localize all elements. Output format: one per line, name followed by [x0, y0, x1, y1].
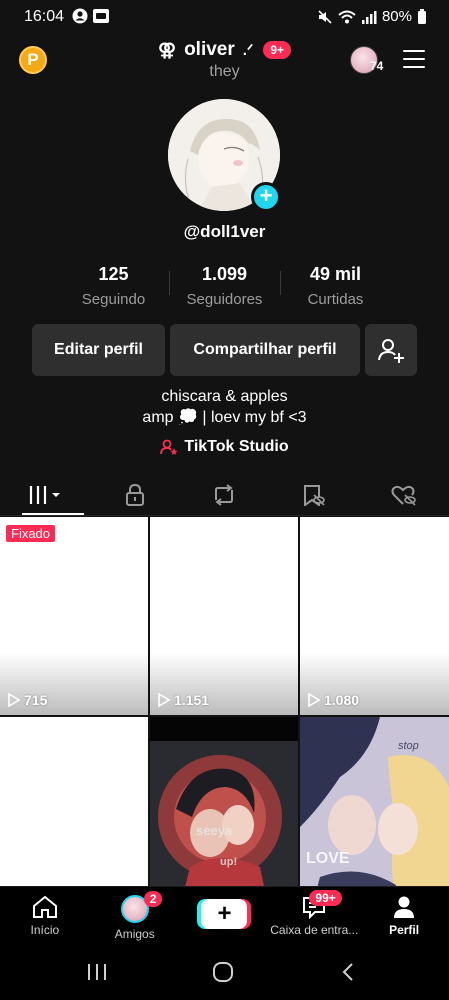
add-user-icon [378, 339, 404, 363]
notification-badge: 9+ [263, 41, 291, 59]
inbox-badge: 99+ [309, 890, 342, 906]
grid-videos-icon [29, 485, 60, 504]
hamburger-menu-icon[interactable] [403, 50, 425, 74]
stat-following[interactable]: 125 Seguindo [58, 264, 169, 310]
view-count: 1.151 [158, 692, 209, 708]
stat-following-value: 125 [98, 264, 129, 284]
view-count-value: 715 [24, 692, 48, 708]
pinned-badge: Fixado [6, 525, 56, 542]
nav-home-label: Início [30, 923, 60, 937]
home-system-icon[interactable] [212, 962, 234, 982]
gender-symbol: ⚢ [157, 39, 177, 60]
profile-views-count: 74 [370, 59, 384, 73]
profile-stats: 125 Seguindo 1.099 Seguidores 49 mil Cur… [58, 264, 391, 310]
share-profile-button[interactable]: Compartilhar perfil [170, 324, 360, 376]
stat-likes-label: Curtidas [307, 291, 364, 308]
username-handle: @doll1ver [183, 222, 266, 241]
stat-followers-value: 1.099 [201, 264, 248, 284]
bio-line-2: amp 💭 | loev my bf <3 [142, 409, 307, 426]
thumbnail-artwork: seeya up! [150, 717, 298, 886]
bio: chiscara & apples amp 💭 | loev my bf <3 [0, 386, 449, 428]
video-thumbnail[interactable]: 1.080 [300, 517, 449, 715]
svg-text:stop: stop [398, 740, 419, 752]
repost-icon [215, 483, 234, 506]
display-name: oliver [184, 39, 235, 60]
bio-line-1: chiscara & apples [161, 388, 288, 405]
stat-following-label: Seguindo [81, 291, 146, 308]
app-notification-icon [93, 9, 109, 23]
stat-followers-label: Seguidores [186, 291, 263, 308]
nav-profile-label: Perfil [389, 923, 420, 937]
nav-friends-label: Amigos [114, 927, 155, 941]
bookmark-hidden-icon [304, 484, 326, 506]
display-name-suffix: .ᐟ [242, 42, 254, 59]
tab-private[interactable] [90, 474, 180, 515]
battery-icon [418, 8, 426, 24]
stat-likes-value: 49 mil [309, 264, 362, 284]
status-notification-icons [72, 8, 110, 24]
view-count-value: 1.080 [324, 692, 360, 708]
create-plus-icon: + [201, 899, 248, 929]
video-grid: Fixado 715 1.151 1.080 seeya up! LOVE st… [0, 517, 449, 886]
tiktok-studio-label: TikTok Studio [184, 438, 289, 455]
add-friends-button[interactable] [365, 324, 417, 376]
nav-friends[interactable]: 2 Amigos [90, 887, 180, 944]
status-time: 16:04 [24, 8, 65, 25]
profile-icon [394, 896, 415, 918]
video-thumbnail[interactable]: LOVE stop [300, 717, 449, 886]
recent-apps-icon[interactable] [86, 962, 108, 982]
nav-profile[interactable]: Perfil [359, 887, 449, 944]
nav-inbox-label: Caixa de entra... [270, 923, 359, 937]
edit-profile-button[interactable]: Editar perfil [32, 324, 165, 376]
play-icon [158, 693, 170, 707]
view-count: 1.080 [308, 692, 359, 708]
home-icon [32, 895, 57, 918]
account-icon [72, 8, 88, 24]
profile-tabs [0, 474, 449, 516]
stat-likes[interactable]: 49 mil Curtidas [280, 264, 391, 310]
status-system-icons: 80% [317, 8, 427, 25]
svg-text:LOVE: LOVE [306, 850, 350, 867]
friends-badge: 2 [143, 891, 163, 907]
video-thumbnail[interactable] [0, 717, 148, 886]
back-icon[interactable] [340, 962, 356, 982]
studio-icon [160, 439, 178, 455]
video-thumbnail[interactable]: 1.151 [150, 517, 298, 715]
tab-liked[interactable] [359, 474, 449, 515]
bottom-navigation: Início 2 Amigos + 99+ Caixa de entra... … [0, 886, 449, 944]
play-icon [308, 693, 320, 707]
tab-videos[interactable] [0, 474, 90, 515]
heart-hidden-icon [391, 485, 416, 506]
signal-icon [361, 10, 377, 24]
nav-home[interactable]: Início [0, 887, 90, 944]
tab-saved[interactable] [269, 474, 359, 515]
tab-reposts[interactable] [180, 474, 270, 515]
nav-create[interactable]: + [180, 887, 270, 944]
view-count: 715 [8, 692, 47, 708]
account-switcher[interactable]: ⚢ oliver .ᐟ 9+ [158, 39, 291, 61]
svg-text:up!: up! [220, 856, 237, 868]
status-bar: 16:04 80% [0, 0, 449, 34]
wifi-icon [338, 10, 356, 23]
system-navigation-bar [0, 944, 449, 1000]
video-thumbnail[interactable]: seeya up! [150, 717, 298, 886]
svg-text:seeya: seeya [196, 823, 233, 838]
profile-screen: P ⚢ oliver .ᐟ 9+ they 74 + @doll1ver 125… [0, 34, 449, 886]
nav-inbox[interactable]: 99+ Caixa de entra... [269, 887, 359, 944]
add-story-button[interactable]: + [251, 182, 281, 212]
stat-followers[interactable]: 1.099 Seguidores [169, 264, 280, 310]
view-count-value: 1.151 [174, 692, 210, 708]
mute-icon [318, 9, 332, 24]
battery-percent: 80% [381, 8, 412, 25]
tab-active-indicator [22, 513, 84, 515]
tiktok-studio-link[interactable]: TikTok Studio [0, 438, 449, 456]
lock-icon [125, 483, 144, 506]
play-icon [8, 693, 20, 707]
thumbnail-artwork: LOVE stop [300, 717, 449, 886]
video-thumbnail[interactable]: Fixado 715 [0, 517, 148, 715]
